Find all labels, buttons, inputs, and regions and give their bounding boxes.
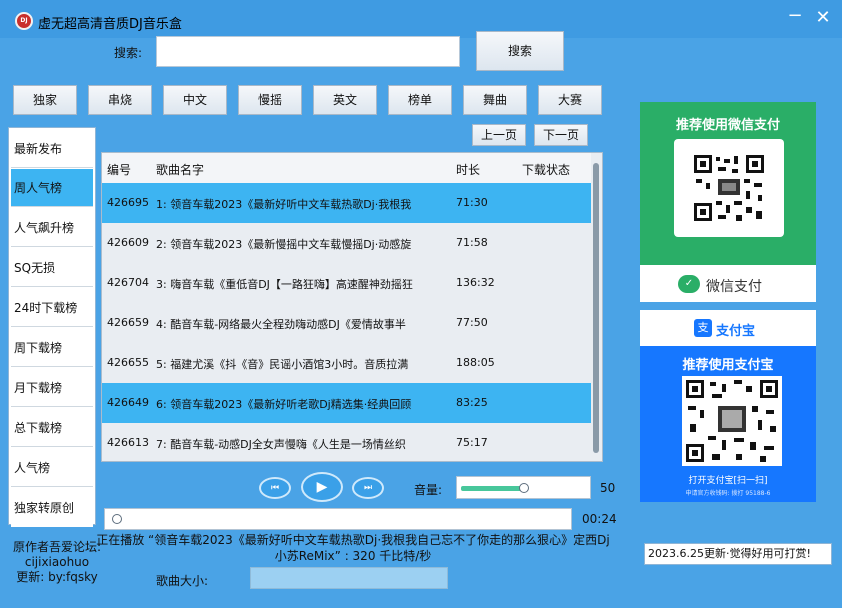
app-logo-icon: DJ <box>15 12 33 30</box>
song-id: 426704 <box>107 276 149 289</box>
song-name: 6: 领音车载2023《最新好听老歌Dj精选集·经典回顾 <box>156 398 412 411</box>
sidebar-item-monthly-downloads[interactable]: 月下载榜 <box>11 369 93 407</box>
song-duration: 77:50 <box>456 316 488 329</box>
song-list-header: 编号 歌曲名字 时长 下载状态 <box>102 153 592 183</box>
wechat-pay-name: 微信支付 <box>706 279 762 295</box>
song-name: 2: 领音车载2023《最新慢摇中文车载慢摇Dj·动感旋 <box>156 238 412 251</box>
sidebar-item-sq-lossless[interactable]: SQ无损 <box>11 249 93 287</box>
song-size-label: 歌曲大小: <box>156 574 209 588</box>
table-row[interactable]: 426613 7: 酷音车载-动感DJ全女声慢嗨《人生是一场情丝织 75:17 <box>102 423 592 461</box>
song-duration: 71:30 <box>456 196 488 209</box>
category-button-contest[interactable]: 大赛 <box>538 85 602 115</box>
song-id: 426613 <box>107 436 149 449</box>
volume-slider[interactable] <box>456 476 591 499</box>
search-label: 搜索: <box>114 46 143 60</box>
progress-knob[interactable] <box>112 514 122 524</box>
close-button[interactable]: ✕ <box>812 8 834 30</box>
author-line-1: 原作者吾爱论坛: <box>12 540 102 554</box>
alipay-qr-code-icon <box>682 376 782 466</box>
song-name: 5: 福建尤溪《抖《音》民谣小酒馆3小时。音质拉满 <box>156 358 409 371</box>
song-duration: 188:05 <box>456 356 495 369</box>
next-track-icon[interactable]: ⏭ <box>352 477 384 499</box>
sidebar-item-exclusive-original[interactable]: 独家转原创 <box>11 489 93 527</box>
alipay-contact-text: 申请官方收钱码: 拨打 95188-6 <box>685 490 771 497</box>
category-button-medley[interactable]: 串烧 <box>88 85 152 115</box>
song-id: 426659 <box>107 316 149 329</box>
song-list: 编号 歌曲名字 时长 下载状态 426695 1: 领音车载2023《最新好听中… <box>101 152 603 462</box>
category-button-english[interactable]: 英文 <box>313 85 377 115</box>
author-line-3: 更新: by:fqsky <box>16 570 98 584</box>
song-id: 426695 <box>107 196 149 209</box>
sidebar-item-weekly-downloads[interactable]: 周下载榜 <box>11 329 93 367</box>
wechat-pay-title: 推荐使用微信支付 <box>675 118 780 133</box>
alipay-logo-icon: 支 <box>694 319 712 337</box>
progress-time: 00:24 <box>582 512 617 526</box>
song-id: 426649 <box>107 396 149 409</box>
prev-page-button[interactable]: 上一页 <box>472 124 526 146</box>
category-button-slow-shake[interactable]: 慢摇 <box>238 85 302 115</box>
volume-value: 50 <box>600 481 616 495</box>
song-duration: 136:32 <box>456 276 495 289</box>
header-name[interactable]: 歌曲名字 <box>156 161 204 178</box>
song-duration: 83:25 <box>456 396 488 409</box>
table-row[interactable]: 426655 5: 福建尤溪《抖《音》民谣小酒馆3小时。音质拉满 188:05 <box>102 343 592 383</box>
song-duration: 75:17 <box>456 436 488 449</box>
category-button-dance[interactable]: 舞曲 <box>463 85 527 115</box>
table-row[interactable]: 426609 2: 领音车载2023《最新慢摇中文车载慢摇Dj·动感旋 71:5… <box>102 223 592 263</box>
list-scrollbar-thumb[interactable] <box>593 163 599 453</box>
song-name: 1: 领音车载2023《最新好听中文车载热歌Dj·我根我 <box>156 198 412 211</box>
author-line-2: cijixiaohuo <box>24 555 90 569</box>
sidebar-item-24h-downloads[interactable]: 24时下载榜 <box>11 289 93 327</box>
window-title: 虚无超高清音质DJ音乐盒 <box>38 17 182 32</box>
wechat-logo-icon: ✓ <box>678 275 700 293</box>
header-id[interactable]: 编号 <box>107 161 131 178</box>
previous-track-icon[interactable]: ⏮ <box>259 477 291 499</box>
song-name: 3: 嗨音车载《重低音DJ【一路狂嗨】高速醒神劲摇狂 <box>156 278 413 291</box>
header-status[interactable]: 下载状态 <box>522 161 570 178</box>
category-button-charts[interactable]: 榜单 <box>388 85 452 115</box>
list-scrollbar[interactable] <box>591 153 601 461</box>
song-id: 426609 <box>107 236 149 249</box>
sidebar-item-total-downloads[interactable]: 总下载榜 <box>11 409 93 447</box>
author-info: 原作者吾爱论坛: cijixiaohuo 更新: by:fqsky <box>9 540 105 585</box>
progress-slider[interactable] <box>104 508 572 530</box>
search-button[interactable]: 搜索 <box>476 31 564 71</box>
table-row[interactable]: 426659 4: 酷音车载-网络最火全程劲嗨动感DJ《爱情故事半 77:50 <box>102 303 592 343</box>
alipay-card: 支 支付宝 推荐使用支付宝 打开支付宝[扫一扫] 申请官方收钱码: 拨打 951… <box>640 310 816 502</box>
song-name: 4: 酷音车载-网络最火全程劲嗨动感DJ《爱情故事半 <box>156 318 406 331</box>
table-row[interactable]: 426649 6: 领音车载2023《最新好听老歌Dj精选集·经典回顾 83:2… <box>102 383 592 423</box>
song-id: 426655 <box>107 356 149 369</box>
table-row[interactable]: 426704 3: 嗨音车载《重低音DJ【一路狂嗨】高速醒神劲摇狂 136:32 <box>102 263 592 303</box>
sidebar: 最新发布 周人气榜 人气飙升榜 SQ无损 24时下载榜 周下载榜 月下载榜 总下… <box>8 127 96 527</box>
alipay-title: 推荐使用支付宝 <box>682 358 774 373</box>
header-duration[interactable]: 时长 <box>456 161 480 178</box>
wechat-qr-code-icon <box>674 139 784 237</box>
alipay-name: 支付宝 <box>716 324 756 339</box>
play-icon[interactable]: ▶ <box>301 472 343 502</box>
update-note: 2023.6.25更新·觉得好用可打赏! <box>644 543 832 565</box>
search-input[interactable] <box>156 36 460 67</box>
volume-knob[interactable] <box>519 483 529 493</box>
alipay-header: 支 支付宝 <box>640 310 816 346</box>
sidebar-item-popular[interactable]: 人气榜 <box>11 449 93 487</box>
now-playing-text: 正在播放 “领音车载2023《最新好听中文车载热歌Dj·我根我自己忘不了你走的那… <box>96 533 610 563</box>
alipay-scan-text: 打开支付宝[扫一扫] <box>688 476 768 486</box>
sidebar-item-weekly-popular[interactable]: 周人气榜 <box>11 169 93 207</box>
next-page-button[interactable]: 下一页 <box>534 124 588 146</box>
minimize-button[interactable]: − <box>784 6 806 28</box>
category-button-exclusive[interactable]: 独家 <box>13 85 77 115</box>
song-size-box <box>250 567 448 589</box>
volume-fill <box>461 486 524 491</box>
sidebar-item-latest[interactable]: 最新发布 <box>11 130 93 168</box>
table-row[interactable]: 426695 1: 领音车载2023《最新好听中文车载热歌Dj·我根我 71:3… <box>102 183 592 223</box>
wechat-pay-card: 推荐使用微信支付 ✓ 微信支付 <box>640 102 816 302</box>
sidebar-item-rising[interactable]: 人气飙升榜 <box>11 209 93 247</box>
volume-label: 音量: <box>414 483 443 497</box>
wechat-pay-footer: ✓ 微信支付 <box>640 265 816 302</box>
category-button-chinese[interactable]: 中文 <box>163 85 227 115</box>
song-name: 7: 酷音车载-动感DJ全女声慢嗨《人生是一场情丝织 <box>156 438 406 451</box>
song-duration: 71:58 <box>456 236 488 249</box>
